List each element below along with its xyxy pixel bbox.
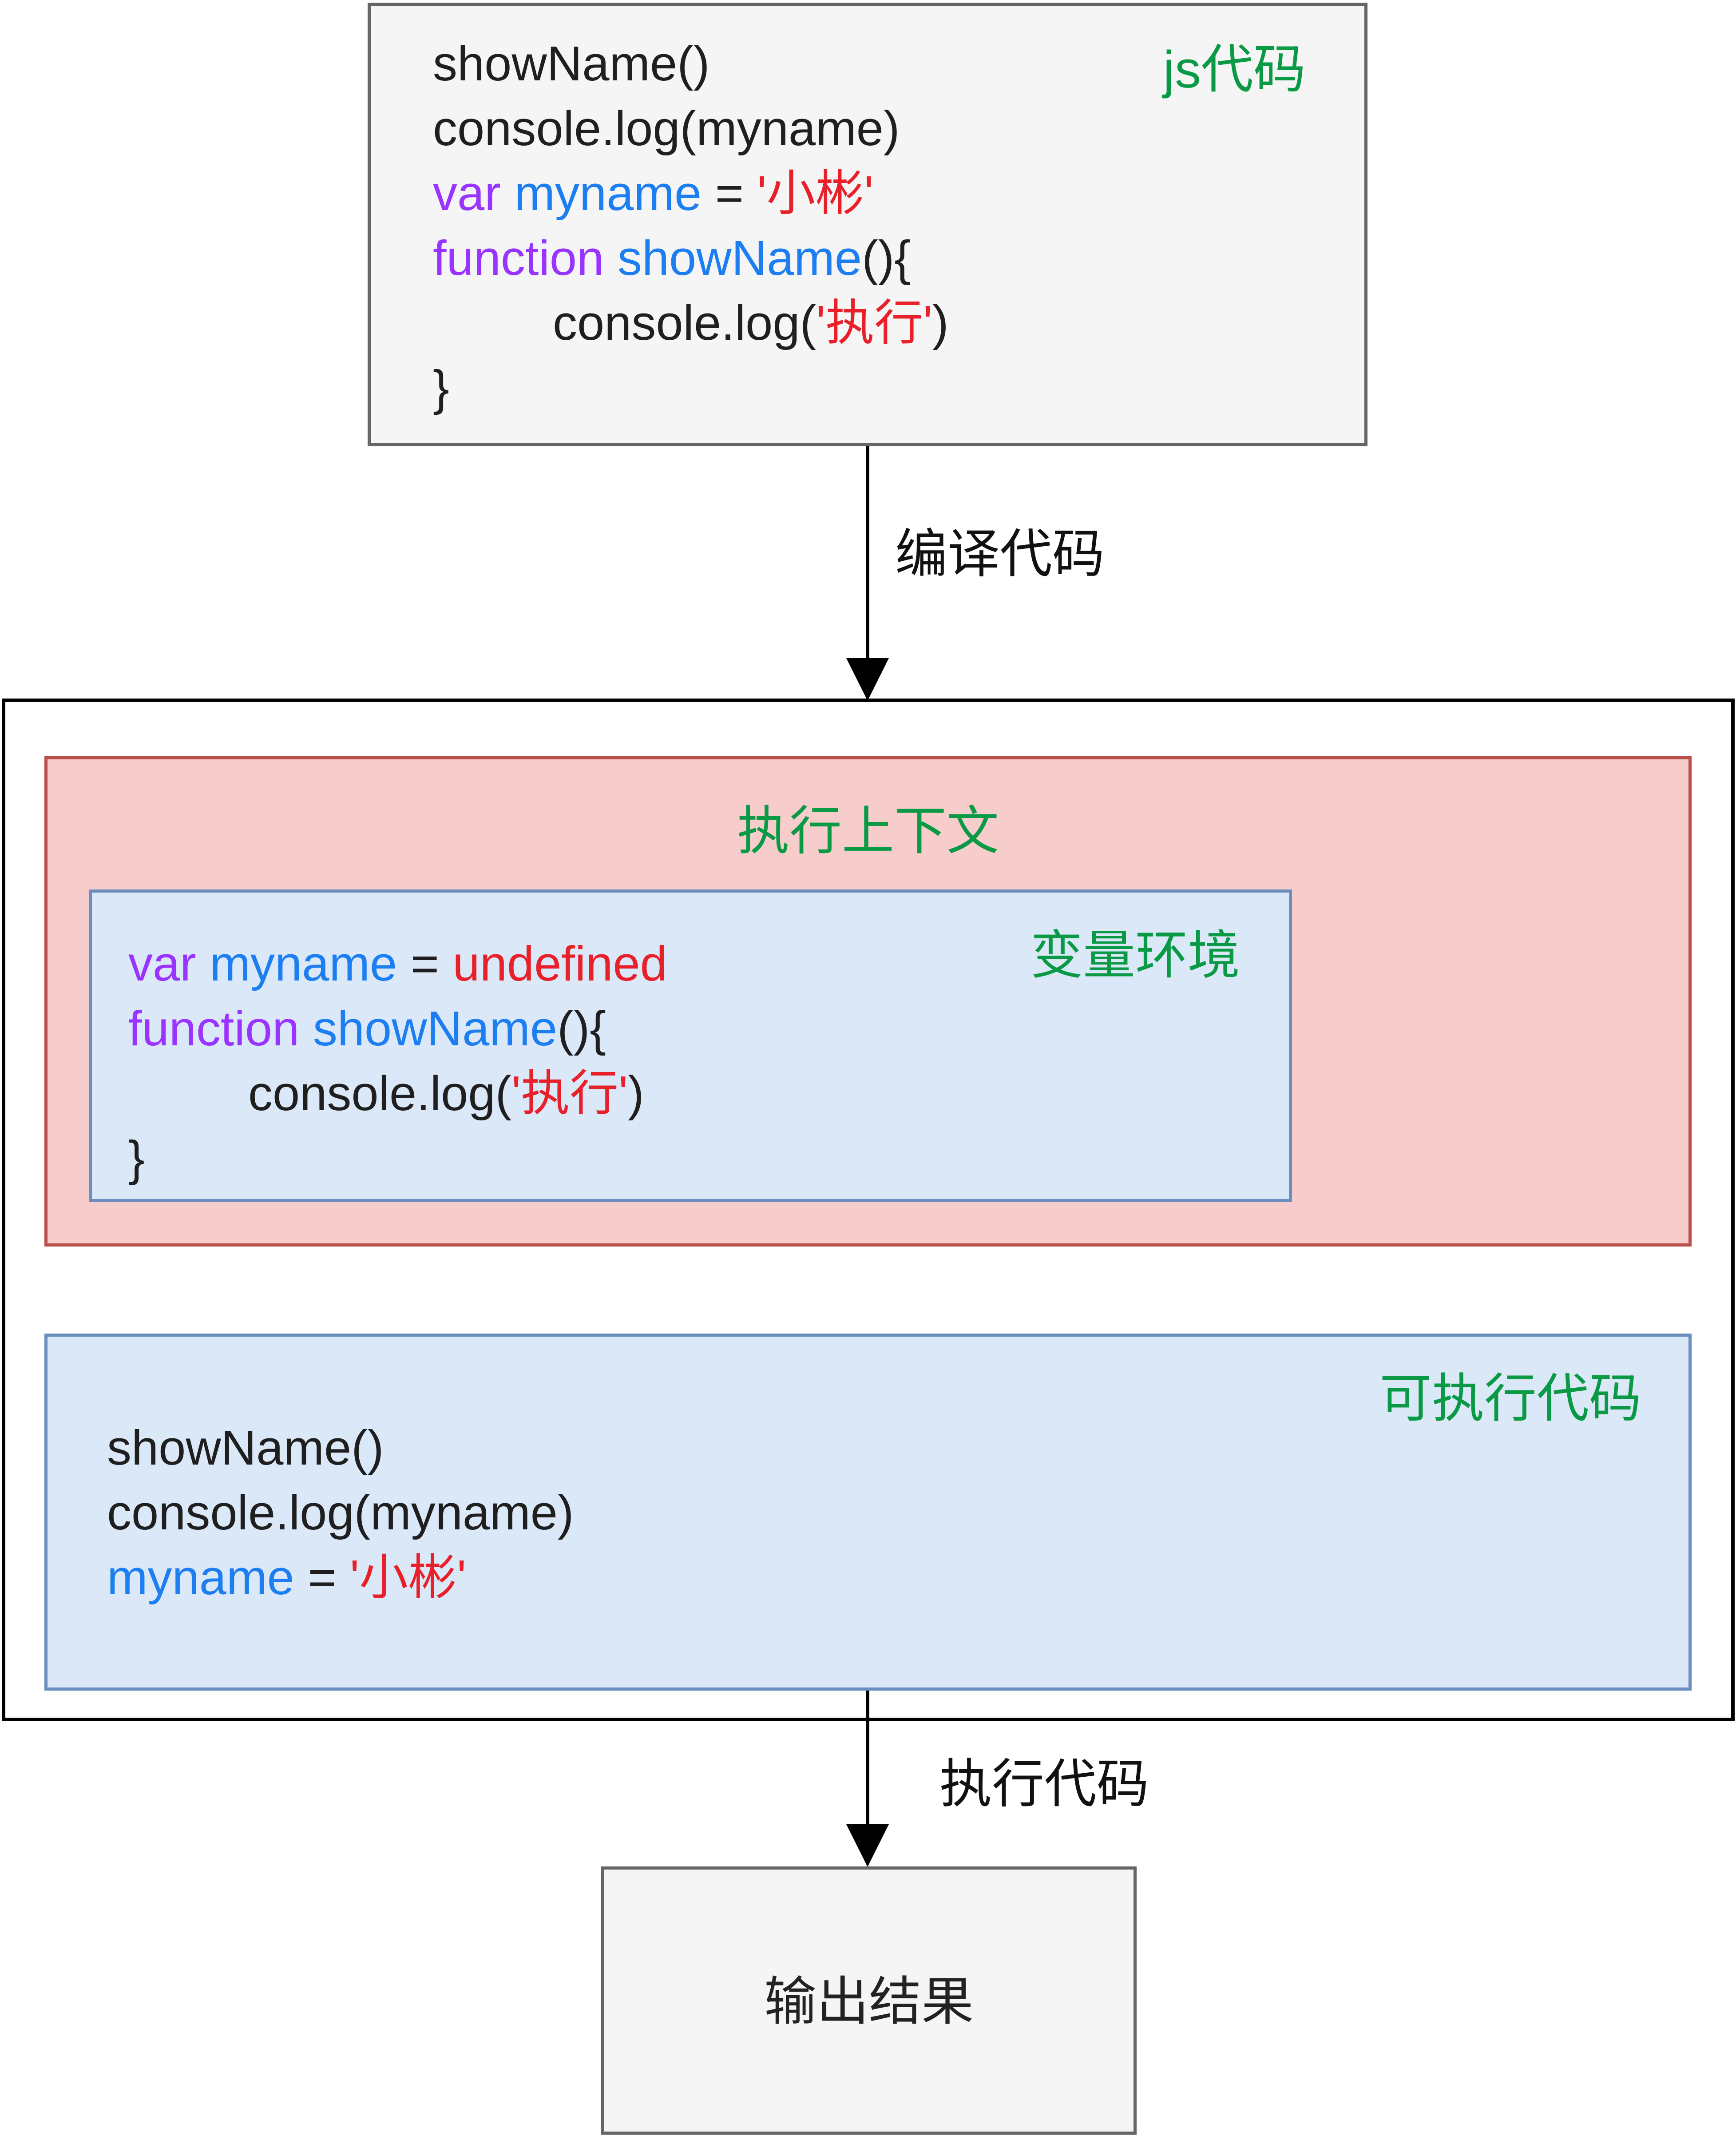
code-text: showName() (433, 36, 710, 91)
code-punctuation: (){ (862, 231, 911, 286)
code-line: console.log('执行') (128, 1066, 644, 1121)
code-line: var myname = undefined (128, 937, 667, 991)
operator: = (294, 1550, 350, 1605)
code-line: var myname = '小彬' (433, 166, 874, 221)
code-line: showName() (433, 36, 709, 91)
output-result-box: 输出结果 (601, 1866, 1137, 2135)
compile-arrow-line (866, 446, 869, 662)
code-line: showName() (107, 1421, 384, 1475)
execution-context-label: 执行上下文 (737, 802, 999, 861)
code-punctuation: } (433, 361, 449, 415)
code-text: console.log( (248, 1066, 512, 1121)
identifier-myname: myname (107, 1550, 294, 1605)
undefined-value: undefined (452, 937, 667, 991)
code-line: } (128, 1131, 145, 1186)
variable-environment-box: var myname = undefined function showName… (89, 889, 1292, 1202)
identifier-showname: showName (313, 1001, 558, 1056)
code-punctuation: ) (628, 1066, 644, 1121)
code-line: console.log(myname) (433, 101, 900, 156)
identifier-showname: showName (617, 231, 862, 286)
keyword-var: var (433, 166, 501, 221)
executable-code: showName() console.log(myname) myname = … (107, 1416, 574, 1610)
code-line: console.log('执行') (433, 296, 949, 350)
code-line: console.log(myname) (107, 1485, 574, 1540)
code-line: myname = '小彬' (107, 1550, 466, 1605)
execute-arrow-head (846, 1824, 889, 1867)
compile-arrow-head (846, 658, 889, 701)
string-literal: '执行' (816, 296, 933, 350)
source-code-label: js代码 (1163, 40, 1306, 99)
output-result-label: 输出结果 (764, 1973, 974, 2031)
keyword-var: var (128, 937, 196, 991)
code-line: } (433, 361, 449, 415)
operator: = (397, 937, 453, 991)
keyword-function: function (128, 1001, 300, 1056)
variable-environment-label: 变量环境 (1030, 926, 1240, 985)
code-text: console.log(myname) (433, 101, 900, 156)
compile-edge-label: 编译代码 (895, 525, 1105, 584)
code-punctuation: (){ (557, 1001, 606, 1056)
code-text: console.log(myname) (107, 1485, 574, 1540)
identifier-myname: myname (514, 166, 702, 221)
variable-environment-code: var myname = undefined function showName… (128, 932, 667, 1191)
execute-edge-label: 执行代码 (939, 1755, 1149, 1814)
code-line: function showName(){ (433, 231, 911, 286)
string-literal: '小彬' (350, 1550, 467, 1605)
operator: = (702, 166, 757, 221)
code-punctuation: ) (932, 296, 949, 350)
string-literal: '执行' (511, 1066, 628, 1121)
code-text: console.log( (553, 296, 816, 350)
executable-code-label: 可执行代码 (1379, 1370, 1641, 1428)
identifier-myname: myname (210, 937, 397, 991)
code-punctuation: } (128, 1131, 145, 1186)
executable-code-box: 可执行代码 showName() console.log(myname) myn… (44, 1334, 1692, 1691)
source-code-box: showName() console.log(myname) var mynam… (368, 3, 1367, 446)
code-line: function showName(){ (128, 1001, 606, 1056)
keyword-function: function (433, 231, 604, 286)
string-literal: '小彬' (757, 166, 874, 221)
source-code: showName() console.log(myname) var mynam… (433, 32, 949, 421)
code-text: showName() (107, 1421, 384, 1475)
